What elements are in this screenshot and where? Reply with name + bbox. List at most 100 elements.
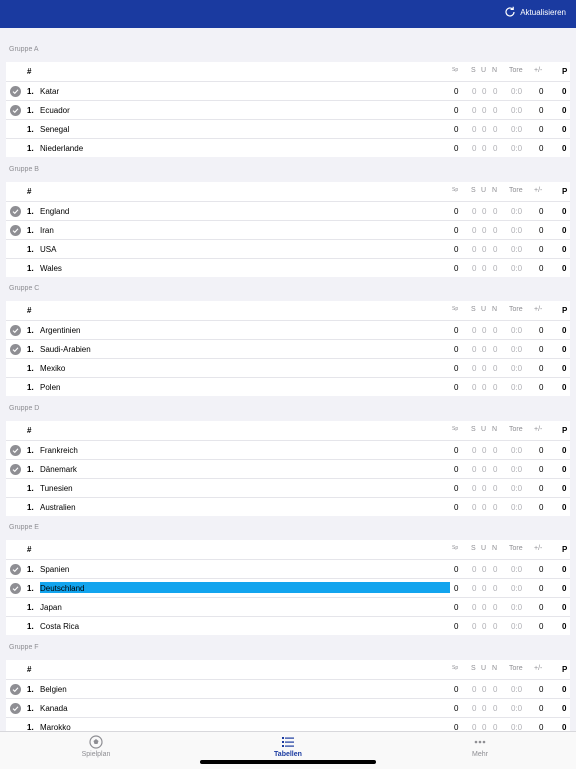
table-row[interactable]: 1. Frankreich 0 0 0 0 0:0 0 0 xyxy=(6,439,570,459)
goals: 0:0 xyxy=(511,125,523,134)
wins: 0 xyxy=(472,345,477,355)
qualified-check-icon xyxy=(10,463,21,475)
goals: 0:0 xyxy=(511,723,523,731)
losses: 0 xyxy=(493,125,498,134)
team-rank: 1. xyxy=(27,502,34,512)
wins: 0 xyxy=(472,622,477,632)
goals: 0:0 xyxy=(511,106,523,115)
team-rank: 1. xyxy=(27,383,34,393)
group-title: Gruppe A xyxy=(9,46,39,53)
qualified-check-icon xyxy=(10,325,21,337)
column-header-p: P xyxy=(562,67,568,76)
team-name: Iran xyxy=(40,225,54,235)
column-header-s: S xyxy=(471,665,476,672)
goal-difference: 0 xyxy=(539,225,544,235)
column-header-u: U xyxy=(481,425,487,433)
games-played: 0 xyxy=(454,584,459,594)
column-header-hash: # xyxy=(27,186,32,196)
team-name: Australien xyxy=(40,502,76,512)
losses: 0 xyxy=(493,622,498,632)
column-header-s: S xyxy=(471,545,476,553)
table-row[interactable]: 1. Mexiko 0 0 0 0 0:0 0 0 xyxy=(6,358,570,377)
group-table: # Sp S U N Tore +/- P 1. Belgien 0 0 0 0 0:0 0 0 1. Kanada… xyxy=(6,660,570,731)
group-tables-list[interactable]: Gruppe A # Sp S U N Tore +/- P 1. Katar 0 0 0 0 0:0 0 0 1.… xyxy=(0,28,576,731)
goal-difference: 0 xyxy=(539,502,544,512)
tab-mehr[interactable]: Mehr xyxy=(420,735,540,758)
team-name: Niederlande xyxy=(40,144,84,153)
table-row[interactable]: 1. Costa Rica 0 0 0 0 0:0 0 0 xyxy=(6,616,570,635)
points: 0 xyxy=(562,723,567,731)
tab-spielplan[interactable]: Spielplan xyxy=(36,735,156,758)
column-header-hash: # xyxy=(27,306,32,316)
points: 0 xyxy=(562,87,567,96)
table-row[interactable]: 1. Ecuador 0 0 0 0 0:0 0 0 xyxy=(6,100,570,119)
column-header-tore: Tore xyxy=(509,545,523,553)
table-row[interactable]: 1. Argentinien 0 0 0 0 0:0 0 0 xyxy=(6,320,570,339)
column-header-hash: # xyxy=(27,67,32,76)
team-rank: 1. xyxy=(27,244,34,254)
table-row[interactable]: 1. Spanien 0 0 0 0 0:0 0 0 xyxy=(6,559,570,578)
goals: 0:0 xyxy=(511,225,523,235)
team-rank: 1. xyxy=(27,704,34,713)
losses: 0 xyxy=(493,87,498,96)
table-row[interactable]: 1. Polen 0 0 0 0 0:0 0 0 xyxy=(6,377,570,396)
table-row[interactable]: 1. Belgien 0 0 0 0 0:0 0 0 xyxy=(6,679,570,698)
table-row[interactable]: 1. Katar 0 0 0 0 0:0 0 0 xyxy=(6,81,570,100)
table-row[interactable]: 1. Iran 0 0 0 0 0:0 0 0 xyxy=(6,219,570,239)
table-row[interactable]: 1. Senegal 0 0 0 0 0:0 0 0 xyxy=(6,119,570,138)
table-row[interactable]: 1. Kanada 0 0 0 0 0:0 0 0 xyxy=(6,698,570,717)
table-row[interactable]: 1. Saudi-Arabien 0 0 0 0 0:0 0 0 xyxy=(6,339,570,358)
draws: 0 xyxy=(482,383,487,393)
goals: 0:0 xyxy=(511,364,523,374)
column-header-u: U xyxy=(481,665,487,672)
table-row[interactable]: 1. Australien 0 0 0 0 0:0 0 0 xyxy=(6,496,570,516)
table-row[interactable]: 1. USA 0 0 0 0 0:0 0 0 xyxy=(6,238,570,258)
column-header-sp: Sp xyxy=(452,665,459,671)
goal-difference: 0 xyxy=(539,87,544,96)
table-row[interactable]: 1. Tunesien 0 0 0 0 0:0 0 0 xyxy=(6,477,570,497)
table-row[interactable]: 1. Dänemark 0 0 0 0 0:0 0 0 xyxy=(6,458,570,478)
wins: 0 xyxy=(472,603,477,613)
table-row[interactable]: 1. Marokko 0 0 0 0 0:0 0 0 xyxy=(6,717,570,731)
table-row[interactable]: 1. Niederlande 0 0 0 0 0:0 0 0 xyxy=(6,138,570,157)
team-name: England xyxy=(40,206,70,216)
goal-difference: 0 xyxy=(539,464,544,474)
losses: 0 xyxy=(493,502,498,512)
table-row[interactable]: 1. Deutschland 0 0 0 0 0:0 0 0 xyxy=(6,578,570,597)
losses: 0 xyxy=(493,445,498,455)
goal-difference: 0 xyxy=(539,244,544,254)
losses: 0 xyxy=(493,383,498,393)
qualified-check-icon xyxy=(10,86,21,97)
refresh-icon xyxy=(505,6,515,17)
column-header-tore: Tore xyxy=(509,425,523,433)
table-row[interactable]: 1. Wales 0 0 0 0 0:0 0 0 xyxy=(6,257,570,277)
draws: 0 xyxy=(482,502,487,512)
goals: 0:0 xyxy=(511,244,523,254)
table-header: # Sp S U N Tore +/- P xyxy=(6,421,570,440)
draws: 0 xyxy=(482,106,487,115)
draws: 0 xyxy=(482,244,487,254)
goal-difference: 0 xyxy=(539,565,544,575)
column-header-s: S xyxy=(471,425,476,433)
table-row[interactable]: 1. Japan 0 0 0 0 0:0 0 0 xyxy=(6,597,570,616)
table-row[interactable]: 1. England 0 0 0 0 0:0 0 0 xyxy=(6,200,570,220)
refresh-button[interactable]: Aktualisieren xyxy=(504,6,566,18)
qualified-check-icon xyxy=(10,444,21,456)
wins: 0 xyxy=(472,502,477,512)
qualified-check-icon xyxy=(10,105,21,116)
team-name: Kanada xyxy=(40,704,68,713)
wins: 0 xyxy=(472,206,477,216)
games-played: 0 xyxy=(454,704,459,713)
goals: 0:0 xyxy=(511,565,523,575)
draws: 0 xyxy=(482,584,487,594)
team-rank: 1. xyxy=(27,464,34,474)
tab-tabellen[interactable]: Tabellen xyxy=(228,735,348,758)
points: 0 xyxy=(562,345,567,355)
draws: 0 xyxy=(482,326,487,336)
column-header-u: U xyxy=(481,545,487,553)
points: 0 xyxy=(562,144,567,153)
group-title: Gruppe B xyxy=(9,165,39,173)
team-name: Marokko xyxy=(40,723,71,731)
team-rank: 1. xyxy=(27,326,34,336)
team-rank: 1. xyxy=(27,206,34,216)
